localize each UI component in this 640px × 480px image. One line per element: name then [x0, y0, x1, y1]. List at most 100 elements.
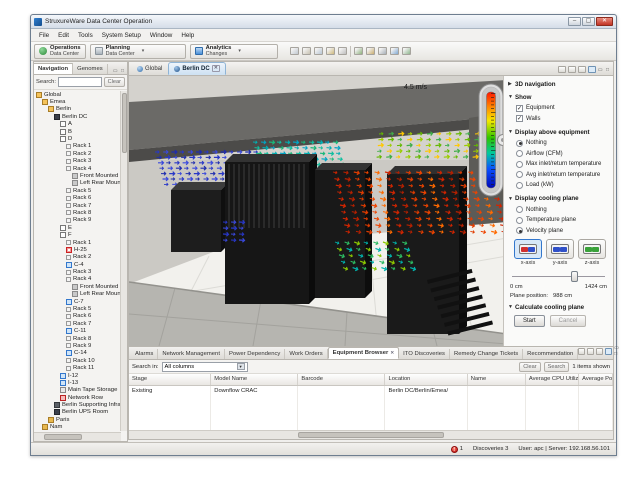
table-clear-button[interactable]: Clear [519, 362, 540, 372]
alarm-indicator[interactable]: ! 1 [451, 446, 463, 453]
tree-item-front-mounted[interactable]: Front Mounted [34, 172, 121, 179]
mail-icon[interactable] [366, 47, 375, 55]
filter-icon[interactable] [605, 348, 612, 355]
table-empty-row[interactable] [129, 408, 613, 419]
tree-item-rack-3[interactable]: Rack 3 [34, 268, 121, 275]
tab-work-orders[interactable]: Work Orders [285, 349, 327, 359]
section-header[interactable]: ▼Calculate cooling plane [508, 302, 609, 312]
x-axis-button[interactable] [514, 239, 542, 259]
tab-global[interactable]: Global [131, 63, 168, 75]
minimize-button[interactable]: – [568, 17, 581, 26]
tree-item-rack-4[interactable]: Rack 4 [34, 276, 121, 283]
tree-item-i-13[interactable]: I-13 [34, 379, 121, 386]
table-empty-row[interactable] [129, 419, 613, 430]
tree-item-h-25[interactable]: H-25 [34, 246, 121, 253]
grid-view-icon[interactable] [587, 348, 594, 355]
chevron-down-icon[interactable]: ▾ [142, 48, 145, 54]
tree-item-berlin[interactable]: Berlin [34, 106, 121, 113]
3d-scene[interactable] [129, 76, 507, 346]
tree-item-nam[interactable]: Nam [34, 424, 121, 431]
tree-item-global[interactable]: Global [34, 91, 121, 98]
panel-minmax-icons[interactable]: ▭ □ [614, 345, 624, 357]
close-icon[interactable]: ✕ [390, 350, 394, 355]
tree-item-berlin-dc[interactable]: Berlin DC [34, 113, 121, 120]
tree-item-i-12[interactable]: I-12 [34, 372, 121, 379]
tab-equipment-browser[interactable]: Equipment Browser✕ [328, 347, 400, 359]
tree-item-rack-8[interactable]: Rack 8 [34, 209, 121, 216]
import-icon[interactable] [390, 47, 399, 55]
perspective-analytics-button[interactable]: Analytics Changes ▾ [190, 44, 278, 59]
tree-item-d[interactable]: D [34, 135, 121, 142]
scrollbar-thumb[interactable] [122, 93, 127, 153]
close-button[interactable]: ✕ [596, 17, 613, 26]
option-walls[interactable]: ✓Walls [516, 114, 609, 125]
pin-icon[interactable] [326, 47, 335, 55]
tab-power-dependency[interactable]: Power Dependency [225, 349, 285, 359]
tree-item-left-rear-moun[interactable]: Left Rear Moun [34, 180, 121, 187]
column-header-average-pow-[interactable]: Average Pow... [579, 374, 613, 385]
z-axis-button[interactable] [578, 239, 606, 259]
tab-remedy-change-tickets[interactable]: Remedy Change Tickets [450, 349, 523, 359]
option-equipment[interactable]: ✓Equipment [516, 103, 609, 114]
tree-item-rack-6[interactable]: Rack 6 [34, 194, 121, 201]
menu-tools[interactable]: Tools [74, 31, 97, 40]
tab-genomes[interactable]: Genomes [73, 64, 108, 74]
tree-item-f[interactable]: F [34, 231, 121, 238]
scrollbar-thumb[interactable] [298, 432, 443, 438]
layout-grid-icon[interactable] [558, 66, 566, 73]
export-icon[interactable] [578, 348, 585, 355]
tree-item-c-4[interactable]: C-4 [34, 261, 121, 268]
option-velocity-plane[interactable]: Velocity plane [516, 226, 609, 237]
undo-icon[interactable] [302, 47, 311, 55]
table-empty-row[interactable] [129, 397, 613, 408]
section-header[interactable]: ▶3D navigation [508, 79, 609, 89]
tree-item-rack-3[interactable]: Rack 3 [34, 158, 121, 165]
tree-item-c-14[interactable]: C-14 [34, 350, 121, 357]
slider-thumb[interactable] [571, 271, 578, 282]
tab-alarms[interactable]: Alarms [131, 349, 158, 359]
start-button[interactable]: Start [514, 315, 545, 327]
tools-icon[interactable] [378, 47, 387, 55]
tab-berlin-dc[interactable]: Berlin DC ✕ [168, 62, 226, 75]
tree-item-berlin-supporting-infrastru[interactable]: Berlin Supporting Infrastru [34, 401, 121, 408]
perspective-operations-button[interactable]: Operations Data Center [34, 44, 86, 59]
tree-item-network-row[interactable]: Network Row [34, 394, 121, 401]
search-column-select[interactable]: All columns ▼ [162, 362, 248, 372]
chevron-down-icon[interactable]: ▾ [238, 48, 241, 54]
tab-network-management[interactable]: Network Management [158, 349, 225, 359]
tree-item-rack-9[interactable]: Rack 9 [34, 342, 121, 349]
table-row[interactable]: ExistingDownflow CRACBerlin DC/Berlin/Em… [129, 386, 613, 397]
tree-item-rack-10[interactable]: Rack 10 [34, 357, 121, 364]
tree-item-rack-7[interactable]: Rack 7 [34, 320, 121, 327]
tree-vertical-scrollbar[interactable] [120, 91, 127, 431]
section-header[interactable]: ▼Show [508, 92, 609, 102]
tree-item-rack-1[interactable]: Rack 1 [34, 239, 121, 246]
menu-file[interactable]: File [35, 31, 53, 40]
close-icon[interactable]: ✕ [212, 65, 220, 72]
option-load-kw-[interactable]: Load (kW) [516, 180, 609, 191]
menu-system-setup[interactable]: System Setup [98, 31, 145, 40]
option-airflow-cfm-[interactable]: Airflow (CFM) [516, 149, 609, 160]
perspective-planning-button[interactable]: Planning Data Center ▾ [90, 44, 186, 59]
tab-navigation[interactable]: Navigation [34, 63, 73, 74]
scrollbar-thumb[interactable] [44, 434, 82, 440]
tree-item-front-mounted[interactable]: Front Mounted [34, 283, 121, 290]
3d-viewport[interactable]: 4.5 m/s [129, 76, 507, 346]
tree-item-rack-11[interactable]: Rack 11 [34, 364, 121, 371]
tree-horizontal-scrollbar[interactable] [34, 432, 121, 441]
tree-item-rack-6[interactable]: Rack 6 [34, 313, 121, 320]
save-icon[interactable] [290, 47, 299, 55]
panel-minmax-icons[interactable]: ▭ □ [113, 68, 127, 74]
tree-item-emea[interactable]: Emea [34, 98, 121, 105]
tree-item-a[interactable]: A [34, 121, 121, 128]
tree-item-rack-1[interactable]: Rack 1 [34, 143, 121, 150]
column-header-average-cpu-utilization-[interactable]: Average CPU Utilization ... [526, 374, 579, 385]
column-header-model-name[interactable]: Model Name [211, 374, 298, 385]
tree-search-input[interactable] [58, 77, 102, 87]
column-header-location[interactable]: Location [385, 374, 467, 385]
table-search-button[interactable]: Search [544, 362, 570, 372]
option-nothing[interactable]: Nothing [516, 205, 609, 216]
tab-recommendation[interactable]: Recommendation [523, 349, 578, 359]
column-header-stage[interactable]: Stage [129, 374, 211, 385]
tree-item-rack-7[interactable]: Rack 7 [34, 202, 121, 209]
